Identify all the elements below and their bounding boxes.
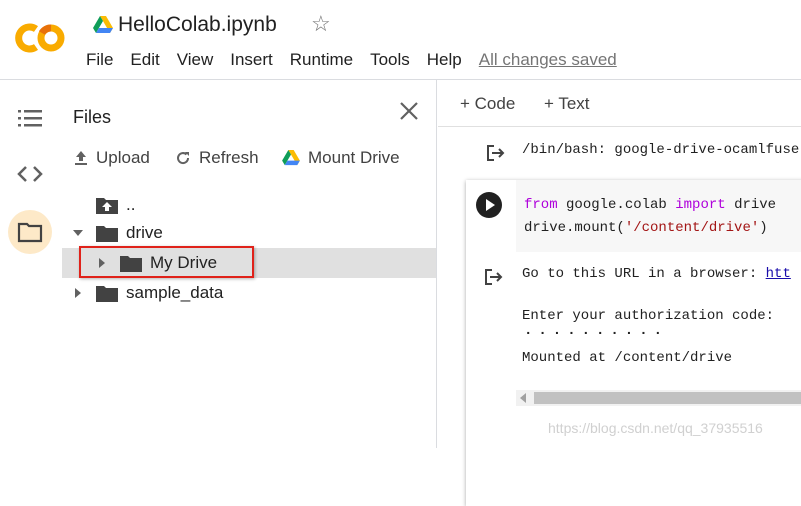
output-line: Go to this URL in a browser: htt — [522, 266, 791, 282]
folder-up-icon — [96, 198, 118, 214]
header-bar: HelloColab.ipynb ☆ File Edit View Insert… — [0, 0, 801, 80]
files-icon[interactable] — [8, 210, 52, 254]
code-keyword: import — [675, 197, 726, 213]
menu-insert[interactable]: Insert — [230, 50, 273, 70]
play-icon — [486, 199, 495, 211]
cell-output: Go to this URL in a browser: htt Enter y… — [466, 254, 801, 506]
menu-file[interactable]: File — [86, 50, 113, 70]
refresh-label: Refresh — [199, 148, 259, 167]
code-keyword: from — [524, 197, 558, 213]
scroll-left-icon[interactable] — [520, 393, 526, 403]
refresh-button[interactable]: Refresh — [175, 148, 259, 168]
add-code-button[interactable]: + Code — [460, 94, 515, 114]
run-cell-button[interactable] — [476, 192, 502, 218]
tree-item-parent[interactable]: .. — [62, 190, 436, 220]
output-icon — [487, 145, 505, 161]
google-drive-icon — [282, 150, 300, 166]
highlight-annotation-box — [79, 246, 254, 278]
auth-code-input[interactable]: ·········· — [524, 326, 668, 342]
code-snippets-icon[interactable] — [8, 152, 52, 196]
code-cell[interactable]: from google.colab import drive drive.mou… — [466, 180, 801, 506]
code-call: drive.mount( — [524, 220, 625, 236]
caret-right-icon[interactable] — [72, 287, 84, 299]
notebook-area: + Code + Text /bin/bash: google-drive-oc… — [438, 80, 801, 506]
save-status-link[interactable]: All changes saved — [479, 50, 617, 70]
menu-bar: File Edit View Insert Runtime Tools Help… — [86, 50, 634, 70]
horizontal-scrollbar[interactable] — [516, 390, 801, 406]
tree-item-sample-data[interactable]: sample_data — [62, 278, 436, 308]
left-rail — [0, 80, 60, 448]
watermark-text: https://blog.csdn.net/qq_37935516 — [548, 420, 763, 436]
google-drive-icon[interactable] — [93, 16, 113, 34]
refresh-icon — [177, 152, 190, 165]
star-icon[interactable]: ☆ — [311, 11, 331, 37]
tree-label-sample-data: sample_data — [126, 283, 224, 302]
table-of-contents-icon[interactable] — [8, 96, 52, 140]
files-panel-title: Files — [73, 107, 112, 127]
menu-tools[interactable]: Tools — [370, 50, 410, 70]
colab-logo[interactable] — [14, 20, 68, 56]
close-icon[interactable] — [398, 100, 420, 122]
caret-down-icon[interactable] — [72, 227, 84, 239]
output-line: Enter your authorization code: — [522, 308, 775, 324]
tree-label-parent: .. — [126, 195, 136, 214]
code-line: from google.colab import drive — [524, 197, 776, 213]
output-prompt: Go to this URL in a browser: — [522, 266, 766, 282]
upload-icon — [75, 151, 87, 165]
menu-help[interactable]: Help — [427, 50, 462, 70]
tree-item-drive[interactable]: drive — [62, 218, 436, 248]
upload-button[interactable]: Upload — [74, 148, 150, 168]
code-string: '/content/drive' — [624, 220, 760, 236]
code-name: drive — [734, 197, 777, 213]
notebook-title[interactable]: HelloColab.ipynb — [118, 13, 277, 37]
mount-drive-button[interactable]: Mount Drive — [282, 148, 400, 168]
auth-url-link[interactable]: htt — [766, 266, 791, 282]
code-call-end: ) — [759, 220, 768, 236]
tree-label-drive: drive — [126, 223, 163, 242]
output-line: Mounted at /content/drive — [522, 350, 733, 366]
output-icon — [485, 269, 503, 285]
code-editor[interactable]: from google.colab import drive drive.mou… — [516, 180, 801, 252]
folder-icon — [96, 226, 118, 242]
menu-edit[interactable]: Edit — [130, 50, 159, 70]
notebook-toolbar: + Code + Text — [438, 80, 801, 127]
code-line: drive.mount('/content/drive') — [524, 220, 768, 236]
menu-view[interactable]: View — [177, 50, 214, 70]
upload-label: Upload — [96, 148, 150, 167]
output-text: /bin/bash: google-drive-ocamlfuse — [522, 142, 800, 158]
menu-runtime[interactable]: Runtime — [290, 50, 353, 70]
scrollbar-thumb[interactable] — [534, 392, 801, 404]
mount-drive-label: Mount Drive — [308, 148, 400, 167]
code-module: google.colab — [566, 197, 667, 213]
add-text-button[interactable]: + Text — [544, 94, 590, 114]
folder-icon — [96, 286, 118, 302]
